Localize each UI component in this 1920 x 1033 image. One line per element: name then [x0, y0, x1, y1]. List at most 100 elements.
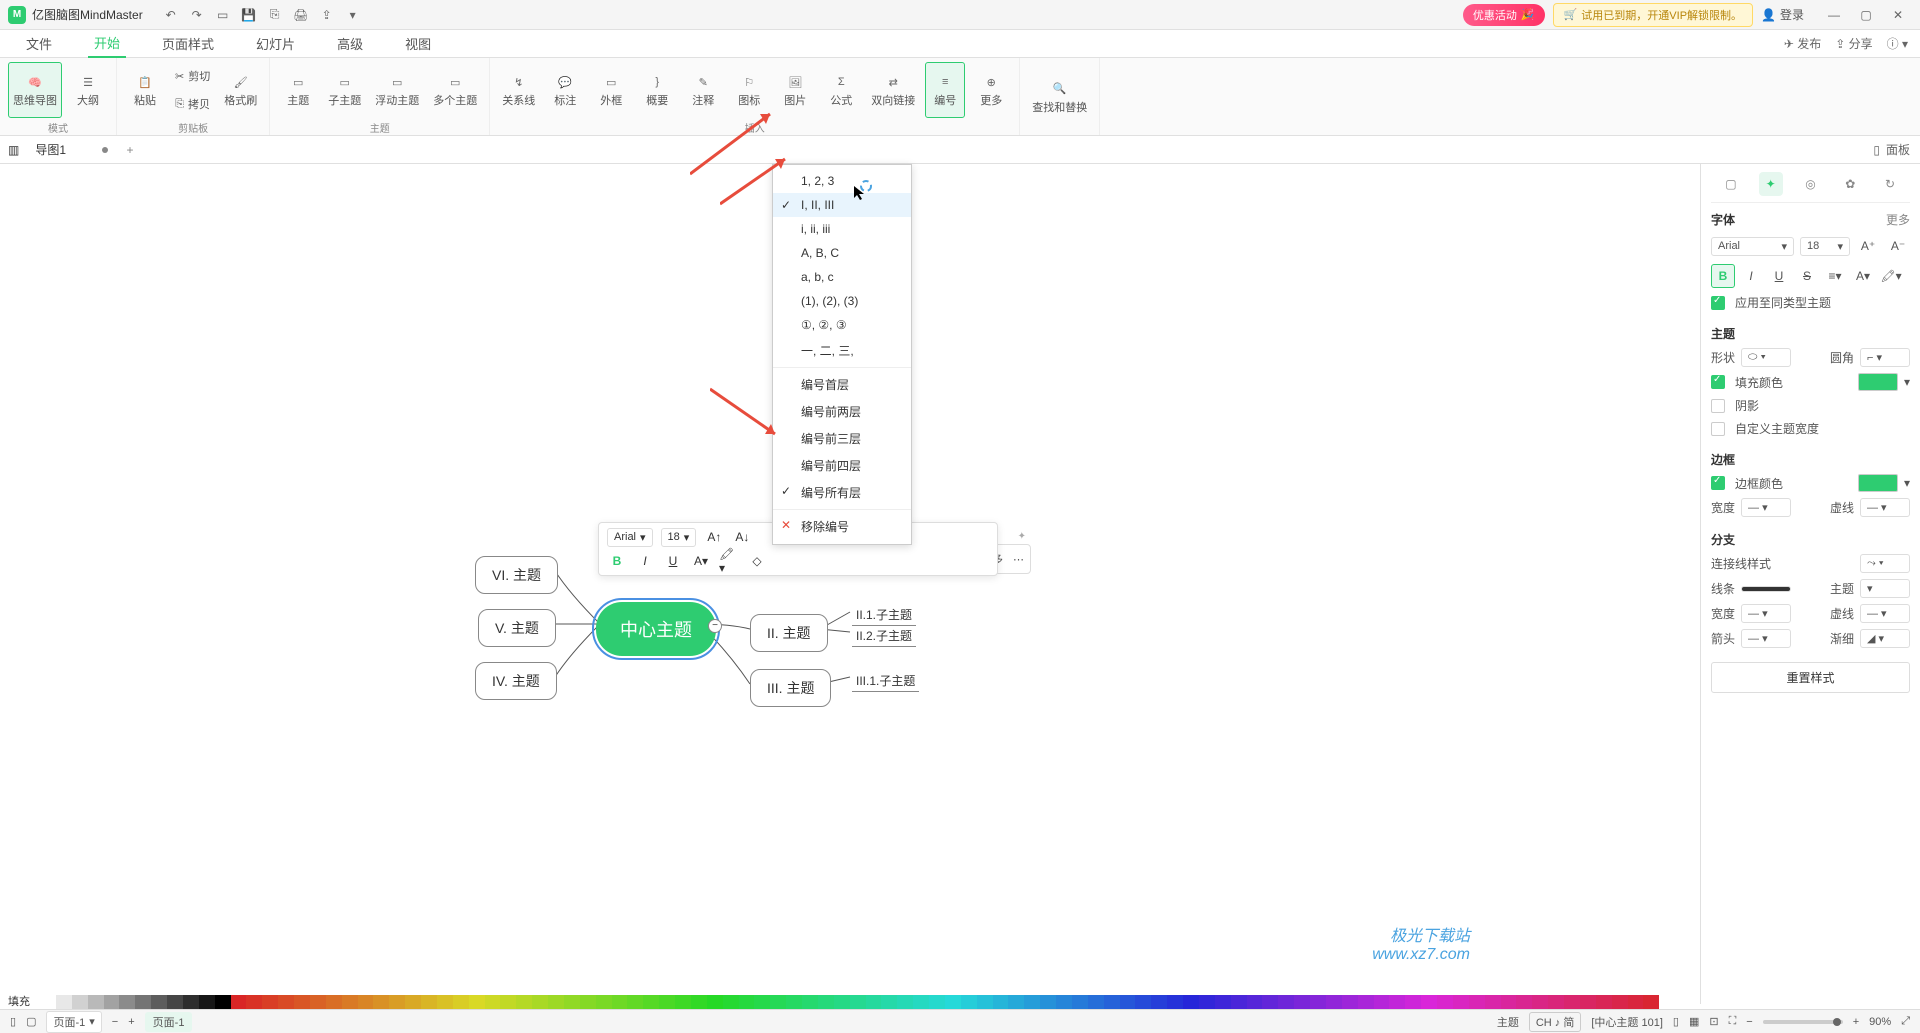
share-icon[interactable]: ⇪ — [319, 7, 335, 23]
color-cell[interactable] — [40, 995, 56, 1009]
login-button[interactable]: 👤登录 — [1761, 6, 1804, 23]
color-cell[interactable] — [199, 995, 215, 1009]
color-cell[interactable] — [1437, 995, 1453, 1009]
border-width-select[interactable]: — ▾ — [1741, 498, 1791, 517]
color-cell[interactable] — [675, 995, 691, 1009]
panel-toggle-icon[interactable]: ▯ — [1873, 143, 1880, 157]
color-cell[interactable] — [707, 995, 723, 1009]
color-cell[interactable] — [1199, 995, 1215, 1009]
color-cell[interactable] — [246, 995, 262, 1009]
cut-button[interactable]: ✂剪切 — [171, 63, 214, 89]
color-cell[interactable] — [1135, 995, 1151, 1009]
undo-icon[interactable]: ↶ — [163, 7, 179, 23]
color-cell[interactable] — [310, 995, 326, 1009]
color-cell[interactable] — [1628, 995, 1644, 1009]
zoom-thumb[interactable] — [1833, 1018, 1841, 1026]
color-cell[interactable] — [913, 995, 929, 1009]
menu-view[interactable]: 视图 — [399, 30, 437, 57]
branch-line-select[interactable] — [1741, 586, 1791, 592]
custom-width-checkbox[interactable] — [1711, 422, 1725, 436]
rtab-history-icon[interactable]: ↻ — [1878, 172, 1902, 196]
color-cell[interactable] — [1564, 995, 1580, 1009]
color-cell[interactable] — [1310, 995, 1326, 1009]
color-cell[interactable] — [532, 995, 548, 1009]
menu-page-style[interactable]: 页面样式 — [156, 30, 220, 57]
fill-checkbox[interactable] — [1711, 375, 1725, 389]
color-cell[interactable] — [1167, 995, 1183, 1009]
color-cell[interactable] — [183, 995, 199, 1009]
dd-item-abc-upper[interactable]: A, B, C — [773, 241, 911, 265]
color-cell[interactable] — [1453, 995, 1469, 1009]
color-cell[interactable] — [72, 995, 88, 1009]
branch-topic-select[interactable]: ▾ — [1860, 579, 1910, 598]
dd-remove-numbering[interactable]: 移除编号 — [773, 513, 911, 540]
color-cell[interactable] — [659, 995, 675, 1009]
link-button[interactable]: ⇄双向链接 — [867, 62, 919, 118]
view-icon-2[interactable]: ▦ — [1689, 1015, 1699, 1028]
reset-style-button[interactable]: 重置样式 — [1711, 662, 1910, 693]
shadow-checkbox[interactable] — [1711, 399, 1725, 413]
more-button[interactable]: ⊕更多 — [971, 62, 1011, 118]
dd-item-abc-lower[interactable]: a, b, c — [773, 265, 911, 289]
help-icon[interactable]: ⓘ ▾ — [1887, 35, 1908, 52]
color-cell[interactable] — [754, 995, 770, 1009]
menu-advanced[interactable]: 高级 — [331, 30, 369, 57]
color-cell[interactable] — [215, 995, 231, 1009]
color-cell[interactable] — [358, 995, 374, 1009]
highlight-button[interactable]: 🖍▾ — [1879, 264, 1903, 288]
dd-level-2[interactable]: 编号前两层 — [773, 398, 911, 425]
color-cell[interactable] — [1072, 995, 1088, 1009]
color-cell[interactable] — [278, 995, 294, 1009]
zoom-slider[interactable] — [1763, 1020, 1843, 1024]
save-icon[interactable]: 💾 — [241, 7, 257, 23]
page-tab[interactable]: 页面-1 — [145, 1012, 193, 1032]
zoom-in-icon[interactable]: + — [1853, 1016, 1859, 1028]
color-cell[interactable] — [1389, 995, 1405, 1009]
color-cell[interactable] — [770, 995, 786, 1009]
color-cell[interactable] — [405, 995, 421, 1009]
color-cell[interactable] — [421, 995, 437, 1009]
color-cell[interactable] — [1247, 995, 1263, 1009]
page-remove-icon[interactable]: − — [112, 1016, 118, 1028]
shape-select[interactable]: ⬭ ▾ — [1741, 348, 1791, 367]
corner-select[interactable]: ⌐ ▾ — [1860, 348, 1910, 367]
sub-node-3[interactable]: III.1.子主题 — [852, 670, 919, 692]
rtab-page-icon[interactable]: ▢ — [1719, 172, 1743, 196]
color-cell[interactable] — [1231, 995, 1247, 1009]
maximize-icon[interactable]: ▢ — [1852, 5, 1880, 25]
color-cell[interactable] — [1262, 995, 1278, 1009]
color-cell[interactable] — [802, 995, 818, 1009]
color-cell[interactable] — [897, 995, 913, 1009]
color-cell[interactable] — [1469, 995, 1485, 1009]
color-cell[interactable] — [739, 995, 755, 1009]
fill-color-swatch[interactable] — [1858, 373, 1898, 391]
color-cell[interactable] — [548, 995, 564, 1009]
border-color-dropdown-icon[interactable]: ▾ — [1904, 476, 1910, 490]
color-cell[interactable] — [469, 995, 485, 1009]
color-cell[interactable] — [437, 995, 453, 1009]
color-cell[interactable] — [993, 995, 1009, 1009]
ft-underline-button[interactable]: U — [663, 551, 683, 571]
dd-item-chinese[interactable]: 一, 二, 三, — [773, 337, 911, 364]
bold-button[interactable]: B — [1711, 264, 1735, 288]
color-cell[interactable] — [294, 995, 310, 1009]
mindmap-mode-button[interactable]: 🧠思维导图 — [8, 62, 62, 118]
color-strip[interactable]: 填充 — [0, 995, 1700, 1009]
color-cell[interactable] — [596, 995, 612, 1009]
ft-font-select[interactable]: Arial ▾ — [607, 528, 653, 547]
color-cell[interactable] — [88, 995, 104, 1009]
rtab-style-icon[interactable]: ✦ — [1759, 172, 1783, 196]
conn-style-select[interactable]: ⤳ ▾ — [1860, 554, 1910, 573]
sub-node-1[interactable]: II.1.子主题 — [852, 604, 916, 626]
outline-mode-button[interactable]: ☰大纲 — [68, 62, 108, 118]
dd-item-circled[interactable]: ①, ②, ③ — [773, 313, 911, 337]
canvas[interactable]: 中心主题 VI. 主题 V. 主题 IV. 主题 II. 主题 III. 主题 … — [0, 164, 1700, 1004]
right-node-1[interactable]: II. 主题 — [750, 614, 828, 652]
color-cell[interactable] — [1516, 995, 1532, 1009]
border-color-swatch[interactable] — [1858, 474, 1898, 492]
branch-dash-select[interactable]: — ▾ — [1860, 604, 1910, 623]
color-cell[interactable] — [1643, 995, 1659, 1009]
color-cell[interactable] — [1278, 995, 1294, 1009]
multi-topic-button[interactable]: ▭多个主题 — [429, 62, 481, 118]
color-cell[interactable] — [691, 995, 707, 1009]
